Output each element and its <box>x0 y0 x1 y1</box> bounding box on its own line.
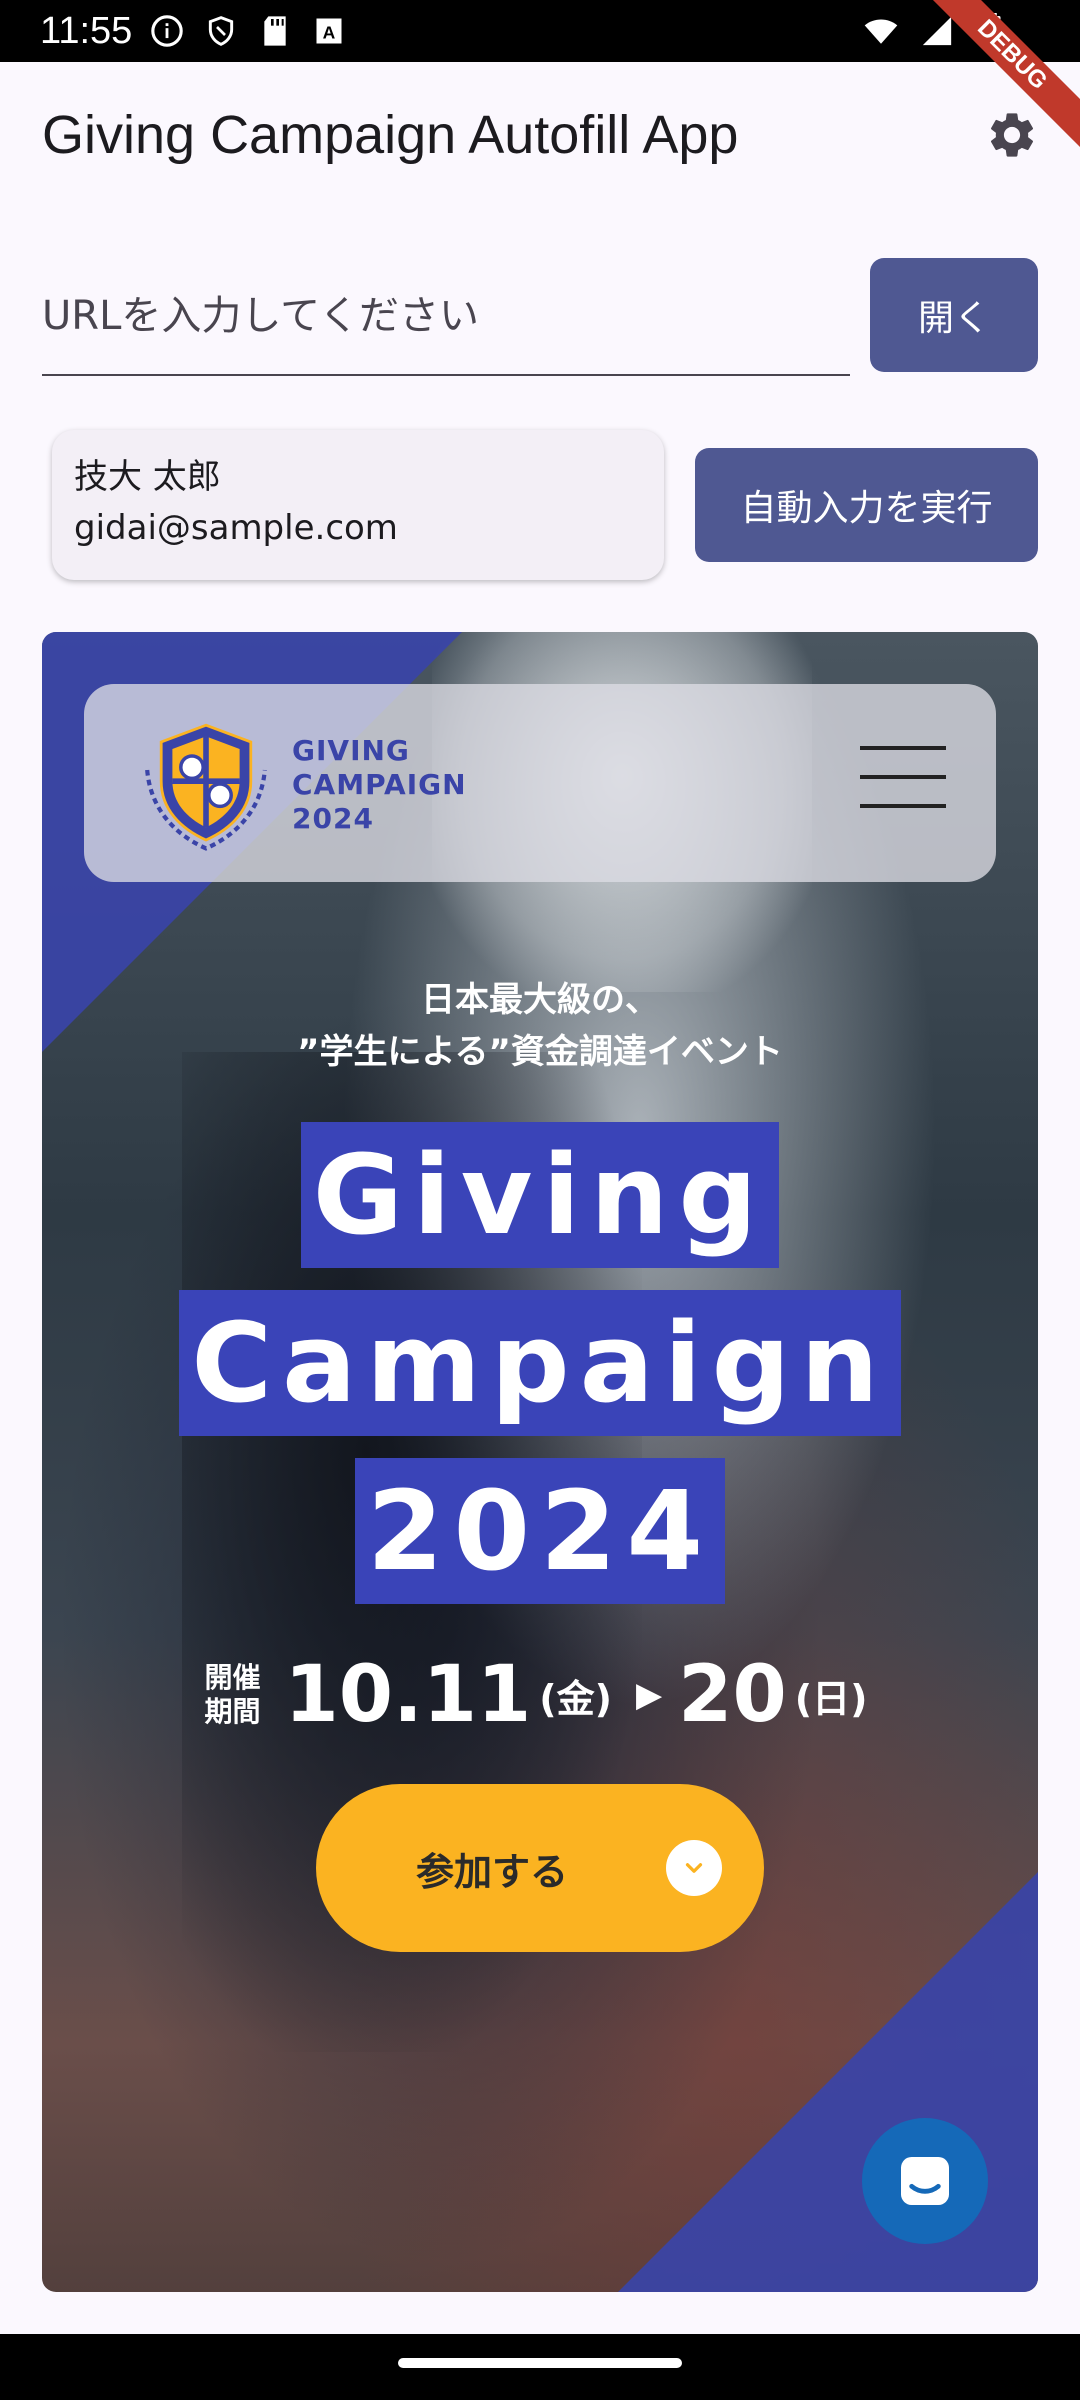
home-gesture-handle[interactable] <box>398 2358 682 2368</box>
campaign-logo-text: GIVING CAMPAIGN 2024 <box>292 734 467 836</box>
autofill-button[interactable]: 自動入力を実行 <box>695 448 1038 562</box>
logo-text-line-3: 2024 <box>292 802 374 835</box>
chat-button[interactable] <box>862 2118 988 2244</box>
shield-icon <box>204 14 238 48</box>
event-start-day: (金) <box>539 1676 613 1721</box>
campaign-logo-emblem[interactable] <box>136 714 276 854</box>
system-nav-bar <box>0 2334 1080 2400</box>
event-end-date: 20 <box>678 1650 787 1740</box>
hero-tagline: 日本最大級の、 ”学生による”資金調達イベント <box>42 974 1038 1078</box>
event-period-label-2: 期間 <box>204 1695 261 1728</box>
gear-icon <box>990 113 1034 157</box>
hero-title-line-1: Giving <box>42 1122 1038 1268</box>
status-icons-left: A <box>150 14 346 48</box>
hamburger-menu-icon[interactable] <box>860 746 946 808</box>
chevron-down-icon <box>666 1840 722 1896</box>
app-title: Giving Campaign Autofill App <box>42 105 739 165</box>
hero-title-line-3: 2024 <box>42 1458 1038 1604</box>
settings-button[interactable] <box>976 99 1048 171</box>
event-period-label: 開催 期間 <box>205 1661 261 1729</box>
info-icon <box>150 14 184 48</box>
url-input[interactable] <box>42 258 850 374</box>
sd-card-icon <box>258 14 292 48</box>
hero-title-line-2: Campaign <box>42 1290 1038 1436</box>
logo-text-line-2: CAMPAIGN <box>292 768 467 801</box>
wifi-icon <box>864 14 898 48</box>
event-start-date: 10.11 <box>284 1650 532 1740</box>
profile-card[interactable]: 技大 太郎 gidai@sample.com <box>52 430 664 580</box>
hero-title-text-2: Campaign <box>179 1290 901 1436</box>
hero-tagline-line-2: ”学生による”資金調達イベント <box>297 1032 783 1072</box>
join-button[interactable]: 参加する <box>316 1784 764 1952</box>
open-button[interactable]: 開く <box>870 258 1038 372</box>
app-bar: Giving Campaign Autofill App <box>0 62 1080 208</box>
url-field <box>42 258 850 376</box>
hero-title-text-3: 2024 <box>354 1458 726 1604</box>
profile-name: 技大 太郎 <box>74 457 221 497</box>
svg-text:A: A <box>323 23 336 43</box>
webview[interactable]: GIVING CAMPAIGN 2024 日本最大級の、 ”学生による”資金調達… <box>42 632 1038 2292</box>
site-header: GIVING CAMPAIGN 2024 <box>84 684 996 882</box>
signal-icon <box>920 14 954 48</box>
hero-tagline-line-1: 日本最大級の、 <box>421 980 659 1020</box>
event-period: 開催 期間 10.11 (金) ▶ 20 (日) <box>42 1650 1038 1740</box>
status-bar: 11:55 A <box>0 0 1080 62</box>
profile-email: gidai@sample.com <box>74 508 398 548</box>
event-end-day: (日) <box>794 1676 868 1721</box>
chat-icon <box>901 2157 949 2205</box>
keyboard-icon: A <box>312 14 346 48</box>
hero-title-text-1: Giving <box>300 1122 780 1268</box>
event-period-label-1: 開催 <box>204 1661 261 1694</box>
join-button-label: 参加する <box>416 1849 569 1894</box>
logo-text-line-1: GIVING <box>292 734 410 767</box>
status-time: 11:55 <box>40 9 133 52</box>
url-row: 開く <box>42 258 1038 378</box>
battery-icon <box>976 13 1010 48</box>
date-arrow-icon: ▶ <box>636 1675 663 1715</box>
status-icons-right <box>864 13 1010 48</box>
